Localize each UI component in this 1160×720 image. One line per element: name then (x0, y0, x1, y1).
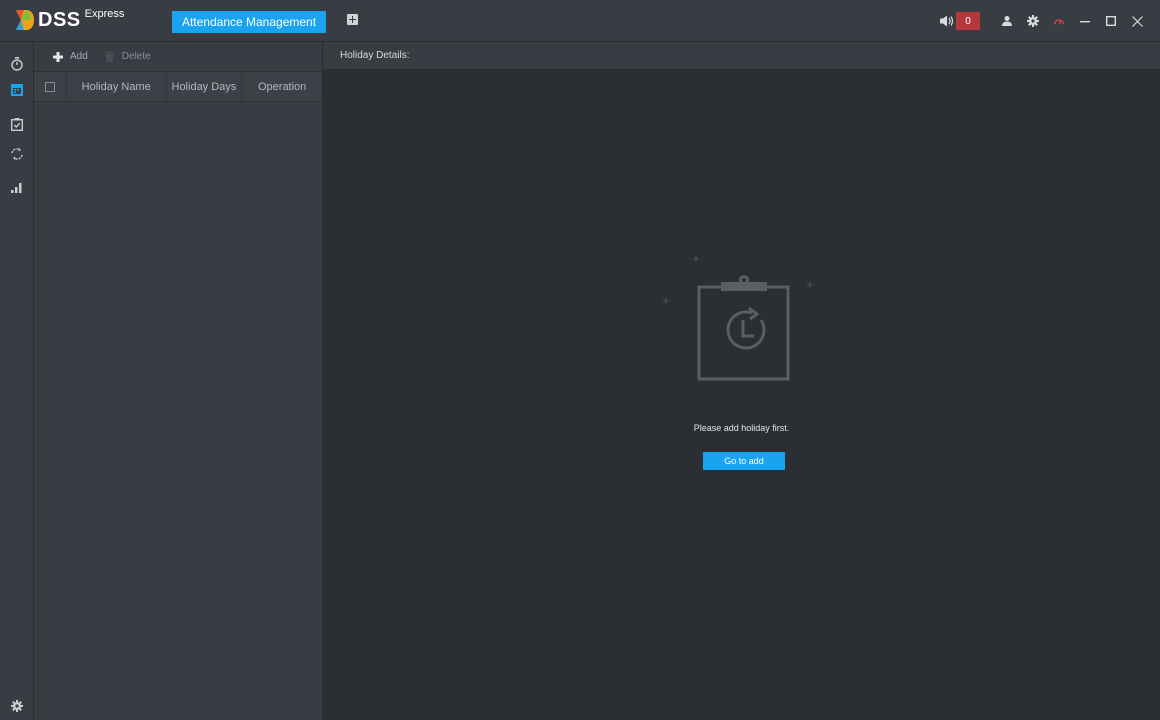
brand-edition: Express (84, 8, 125, 20)
tab-attendance-management[interactable]: Attendance Management (172, 11, 326, 33)
column-header-holiday-days[interactable]: Holiday Days (167, 71, 243, 102)
sidebar-item-holiday[interactable] (0, 76, 34, 104)
brand-name: DSS (38, 9, 81, 31)
column-header-operation: Operation (257, 80, 307, 93)
add-button[interactable]: Add (52, 51, 88, 63)
empty-clipboard-clock-icon (663, 256, 813, 381)
add-button-label: Add (70, 51, 88, 62)
add-tab-icon[interactable] (347, 14, 358, 25)
sidebar-item-timer[interactable] (0, 50, 34, 78)
bar-chart-icon (11, 183, 22, 193)
module-sidebar (0, 42, 34, 720)
holiday-details-title: Holiday Details: (340, 50, 410, 61)
delete-button[interactable]: Delete (104, 51, 151, 63)
minimize-icon[interactable] (1078, 14, 1092, 28)
plus-icon (52, 51, 64, 63)
settings-icon (11, 700, 23, 712)
holiday-details-header: Holiday Details: (323, 42, 1160, 70)
alarm-count-badge[interactable]: 0 (956, 12, 980, 30)
go-to-add-button[interactable]: Go to add (703, 452, 785, 470)
sidebar-item-reports[interactable] (0, 174, 34, 202)
select-all-checkbox-cell (34, 71, 67, 102)
trash-icon (104, 51, 116, 63)
holiday-table-header: Holiday Name Holiday Days Operation (34, 71, 322, 102)
close-icon[interactable] (1130, 14, 1144, 28)
holiday-list-panel: Add Delete Holiday Name Holiday Days Ope… (34, 42, 323, 720)
empty-state-message: Please add holiday first. (693, 423, 790, 433)
app-logo: DSS Express (12, 8, 124, 34)
sidebar-item-shift-cycle[interactable] (0, 140, 34, 168)
refresh-icon (11, 148, 23, 160)
clipboard-check-icon (11, 117, 23, 131)
timer-icon (11, 57, 23, 71)
select-all-checkbox[interactable] (44, 81, 55, 92)
window-controls: 0 (938, 12, 1150, 30)
logo-mark-icon (16, 10, 34, 30)
column-header-holiday-name[interactable]: Holiday Name (67, 71, 167, 102)
user-icon[interactable] (1000, 14, 1014, 28)
alarm-indicator[interactable]: 0 (938, 12, 980, 30)
calendar-icon (11, 84, 23, 96)
holiday-details-body: Please add holiday first. Go to add (323, 70, 1160, 720)
sidebar-item-attendance-check[interactable] (0, 110, 34, 138)
maximize-icon[interactable] (1104, 14, 1118, 28)
sidebar-item-settings[interactable] (0, 692, 34, 720)
holiday-toolbar: Add Delete (34, 42, 322, 72)
delete-button-label: Delete (121, 51, 151, 62)
top-bar: DSS Express Attendance Management 0 (0, 0, 1160, 42)
settings-icon[interactable] (1026, 14, 1040, 28)
speaker-icon[interactable] (938, 12, 956, 30)
performance-gauge-icon[interactable] (1052, 14, 1066, 28)
